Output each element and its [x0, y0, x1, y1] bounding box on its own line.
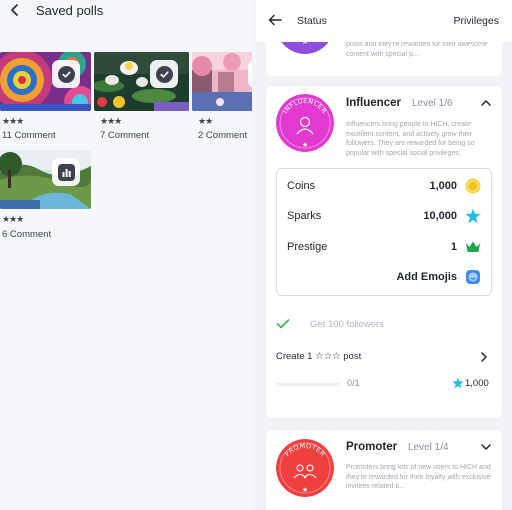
task-completed: Get 100 followers: [310, 319, 384, 330]
level-number: Level 1/4: [408, 442, 449, 453]
spark-icon: [465, 208, 481, 224]
reward-label: Add Emojis: [396, 271, 457, 283]
chevron-right-icon[interactable]: [478, 351, 490, 363]
reward-value: 1: [450, 241, 457, 253]
poll-rating: ★★★: [100, 116, 122, 126]
poll-check-badge: [150, 60, 178, 88]
reward-value: 10,000: [423, 210, 457, 222]
poll-rating: ★★★: [2, 116, 24, 126]
poll-thumbnail[interactable]: [94, 52, 189, 111]
level-name: Influencer: [346, 97, 401, 109]
reward-label: Sparks: [287, 210, 322, 222]
level-card-promoter[interactable]: PROMOTER ★ Promoter Level 1/4 Promoters …: [266, 430, 502, 510]
poll-comment-count[interactable]: 11 Comment: [2, 130, 56, 141]
level-name: Promoter: [346, 441, 398, 453]
emoji-icon: [466, 270, 480, 284]
poll-comment-count[interactable]: 2 Comment: [198, 130, 247, 141]
svg-text:★: ★: [302, 486, 308, 494]
tab-privileges[interactable]: Privileges: [453, 15, 499, 27]
task-progress-bar: [276, 383, 340, 386]
poll-thumbnail[interactable]: [0, 150, 91, 209]
poll-rating: ★★★: [2, 214, 24, 224]
task-progress-text: 0/1: [347, 378, 360, 388]
influencer-badge: INFLUENCER ★: [276, 94, 334, 152]
chevron-down-icon[interactable]: [480, 441, 492, 453]
crown-icon: [466, 241, 480, 252]
cherry-blossom-image: [192, 52, 252, 111]
reward-value: 1,000: [429, 180, 457, 192]
reward-label: Prestige: [287, 241, 328, 253]
task-title[interactable]: Create 1 ☆☆☆ post: [276, 351, 361, 362]
saved-polls-panel: Saved polls ★★★ 11 Comment ★★★ 7 Comment…: [0, 0, 252, 510]
poll-comment-count[interactable]: 6 Comment: [2, 229, 51, 240]
check-icon: [61, 70, 71, 78]
level-description: posts and they're rewarded for their awe…: [346, 41, 488, 58]
level-description: Influencers bring people to HICH, create…: [346, 121, 475, 157]
poll-results-badge: [52, 158, 80, 186]
rewards-box: Coins 1,000 Sparks 10,000 Prestige 1 Add…: [276, 168, 492, 296]
task-reward: 1,000: [465, 378, 489, 389]
svg-text:★: ★: [302, 141, 308, 149]
check-icon: [276, 319, 290, 329]
level-description: Promoters bring lots of new users to HIC…: [346, 464, 491, 490]
coin-icon: [465, 178, 481, 194]
poll-thumbnail[interactable]: [0, 52, 91, 111]
spark-icon: [452, 377, 464, 389]
poll-rating: ★★: [198, 116, 213, 126]
saved-polls-header: Saved polls: [0, 0, 252, 24]
check-icon: [159, 70, 169, 78]
status-panel: ★ posts and they're rewarded for their a…: [256, 0, 512, 510]
bar-chart-icon: [62, 168, 71, 177]
poll-check-badge: [248, 60, 252, 88]
back-arrow-icon[interactable]: [268, 13, 282, 27]
poll-thumbnail[interactable]: [192, 52, 252, 111]
page-title: Status: [297, 15, 327, 27]
level-card-influencer: INFLUENCER ★ Influencer Level 1/6 Influe…: [266, 86, 502, 418]
reward-label: Coins: [287, 180, 316, 192]
back-arrow-icon[interactable]: [8, 3, 22, 17]
poll-comment-count[interactable]: 7 Comment: [100, 130, 149, 141]
chevron-up-icon[interactable]: [480, 97, 492, 109]
level-number: Level 1/6: [412, 98, 453, 109]
poll-check-badge: [52, 60, 80, 88]
promoter-badge: PROMOTER ★: [276, 439, 334, 497]
page-title: Saved polls: [36, 3, 104, 18]
status-header: Status Privileges: [256, 0, 512, 42]
